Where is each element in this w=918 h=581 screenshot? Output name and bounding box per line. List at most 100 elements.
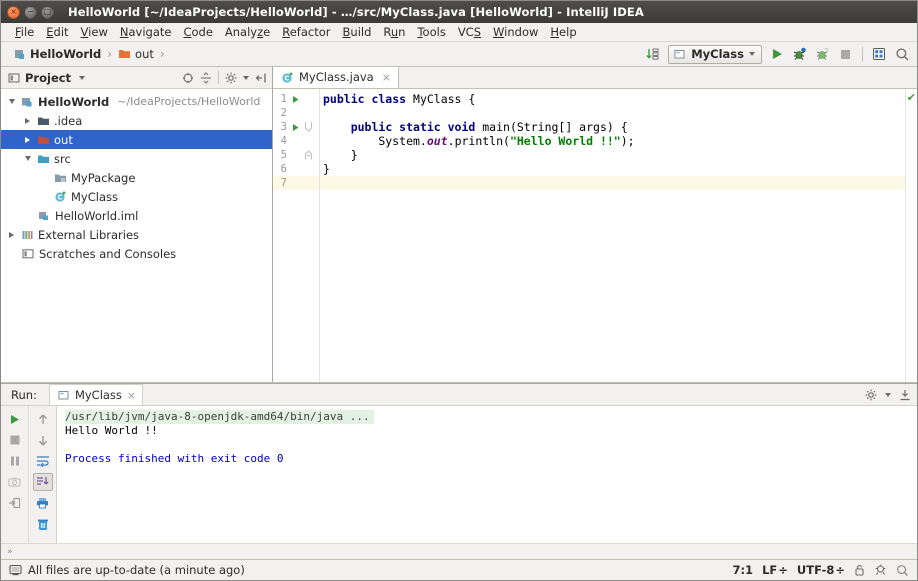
chevron-down-icon[interactable] — [243, 75, 249, 80]
tree-node-myclass[interactable]: C MyClass — [1, 187, 272, 206]
tree-node-idea[interactable]: .idea — [1, 111, 272, 130]
close-icon[interactable]: × — [382, 71, 391, 84]
search-icon[interactable] — [896, 564, 909, 577]
menu-build[interactable]: Build — [337, 24, 378, 40]
libraries-icon — [21, 229, 34, 241]
tree-node-external-libraries[interactable]: External Libraries — [1, 225, 272, 244]
tree-node-helloworld[interactable]: HelloWorld ~/IdeaProjects/HelloWorld — [1, 92, 272, 111]
breadcrumb-item-project[interactable]: HelloWorld — [11, 46, 104, 62]
run-tab-label: MyClass — [74, 388, 122, 402]
svg-text:C: C — [57, 194, 62, 202]
inspections-icon[interactable] — [874, 564, 887, 576]
debug-button[interactable] — [791, 46, 808, 63]
tree-node-out[interactable]: out — [1, 130, 272, 149]
pause-output-button[interactable] — [5, 452, 25, 470]
maximize-window-button[interactable]: □ — [41, 5, 54, 19]
line-number-7: 7 — [280, 177, 287, 189]
print-button[interactable] — [33, 494, 53, 512]
menu-code[interactable]: Code — [177, 24, 218, 40]
editor-gutter[interactable]: 1 2 3 4 5 6 7 — [273, 89, 319, 382]
encoding-indicator[interactable]: UTF-8 ÷ — [797, 563, 845, 577]
menu-view[interactable]: View — [75, 24, 114, 40]
line-separator-indicator[interactable]: LF ÷ — [762, 563, 788, 577]
editor-tab-label: MyClass.java — [299, 70, 374, 84]
menu-file[interactable]: File — [9, 24, 40, 40]
tree-node-scratches-consoles[interactable]: Scratches and Consoles — [1, 244, 272, 263]
menu-window[interactable]: Window — [487, 24, 544, 40]
editor-tab-myclass-java[interactable]: C MyClass.java × — [273, 66, 399, 88]
select-target-button[interactable] — [871, 46, 888, 63]
menu-vcs[interactable]: VCS — [452, 24, 487, 40]
collapse-all-icon[interactable] — [200, 71, 212, 84]
rerun-button[interactable] — [5, 410, 25, 428]
close-icon[interactable]: × — [127, 389, 136, 402]
menu-analyze[interactable]: Analyze — [219, 24, 276, 40]
run-with-coverage-button[interactable] — [814, 46, 831, 63]
menu-tools-label: ools — [422, 25, 446, 39]
sort-alphabetically-icon[interactable] — [645, 46, 662, 63]
stop-button[interactable] — [5, 431, 25, 449]
tree-node-src[interactable]: src — [1, 149, 272, 168]
menu-edit[interactable]: Edit — [40, 24, 74, 40]
exit-button[interactable] — [5, 494, 25, 512]
menu-refactor[interactable]: Refactor — [276, 24, 336, 40]
fold-marker-open[interactable] — [302, 122, 315, 132]
expand-toggle-icon[interactable] — [22, 136, 33, 143]
run-gutter-icon[interactable] — [289, 95, 302, 104]
gutter-line-4: 4 — [273, 134, 319, 148]
tree-node-helloworld-iml[interactable]: HelloWorld.iml — [1, 206, 272, 225]
breadcrumb-item-out[interactable]: out — [115, 46, 157, 62]
clear-all-button[interactable] — [33, 515, 53, 533]
hide-panel-icon[interactable] — [255, 72, 267, 84]
run-tab-myclass[interactable]: MyClass × — [48, 384, 144, 405]
inspection-status-icon[interactable]: ✔ — [907, 91, 916, 104]
scroll-to-end-button[interactable] — [32, 473, 53, 491]
expand-strip-button[interactable]: » — [7, 547, 12, 557]
gutter-line-3: 3 — [273, 120, 319, 134]
menu-run[interactable]: Run — [377, 24, 411, 40]
tree-label-idea: .idea — [54, 113, 83, 128]
fold-marker-close[interactable] — [302, 150, 315, 160]
locate-file-icon[interactable] — [182, 72, 194, 84]
stop-button[interactable] — [837, 46, 854, 63]
toolbar-actions: MyClass — [645, 44, 911, 64]
gutter-line-5: 5 — [273, 148, 319, 162]
up-arrow-button[interactable] — [33, 410, 53, 428]
menu-tools[interactable]: Tools — [411, 24, 451, 40]
code-line-4: System.out.println("Hello World !!"); — [323, 134, 635, 148]
down-arrow-button[interactable] — [33, 431, 53, 449]
soft-wrap-button[interactable] — [33, 452, 53, 470]
project-tree[interactable]: HelloWorld ~/IdeaProjects/HelloWorld .id… — [1, 89, 272, 382]
settings-gear-icon[interactable] — [225, 72, 237, 84]
expand-toggle-icon[interactable] — [22, 117, 33, 124]
dump-threads-button[interactable] — [5, 473, 25, 491]
menu-help-label: elp — [559, 25, 577, 39]
code-editor[interactable]: public class MyClass { public static voi… — [319, 89, 905, 382]
editor-marker-rail[interactable]: ✔ — [905, 89, 917, 382]
hide-panel-icon[interactable] — [899, 389, 911, 401]
menu-navigate[interactable]: Navigate — [114, 24, 178, 40]
minimize-window-button[interactable]: − — [24, 5, 37, 19]
tree-node-mypackage[interactable]: MyPackage — [1, 168, 272, 187]
settings-gear-icon[interactable] — [865, 389, 877, 401]
chevron-down-icon[interactable] — [885, 392, 891, 397]
encoding-chevron-icon: ÷ — [835, 563, 845, 577]
lock-icon[interactable] — [854, 564, 865, 576]
expand-toggle-icon[interactable] — [6, 231, 17, 238]
console-output[interactable]: /usr/lib/jvm/java-8-openjdk-amd64/bin/ja… — [57, 406, 917, 543]
menu-analyze-label: e — [263, 25, 271, 39]
chevron-down-icon[interactable] — [79, 75, 86, 80]
close-window-button[interactable]: × — [7, 5, 20, 19]
save-status-icon[interactable] — [9, 564, 22, 576]
project-panel-tools — [182, 71, 267, 84]
editor-body[interactable]: 1 2 3 4 5 6 7 public class MyClass {pub… — [273, 89, 917, 382]
search-everywhere-button[interactable] — [894, 46, 911, 63]
run-gutter-icon[interactable] — [289, 123, 302, 132]
breadcrumb-label-project: HelloWorld — [30, 47, 102, 61]
caret-position[interactable]: 7:1 — [732, 563, 753, 577]
expand-toggle-icon[interactable] — [6, 99, 17, 104]
expand-toggle-icon[interactable] — [22, 156, 33, 161]
run-button[interactable] — [768, 46, 785, 63]
menu-help[interactable]: Help — [544, 24, 582, 40]
run-configuration-selector[interactable]: MyClass — [668, 44, 762, 64]
